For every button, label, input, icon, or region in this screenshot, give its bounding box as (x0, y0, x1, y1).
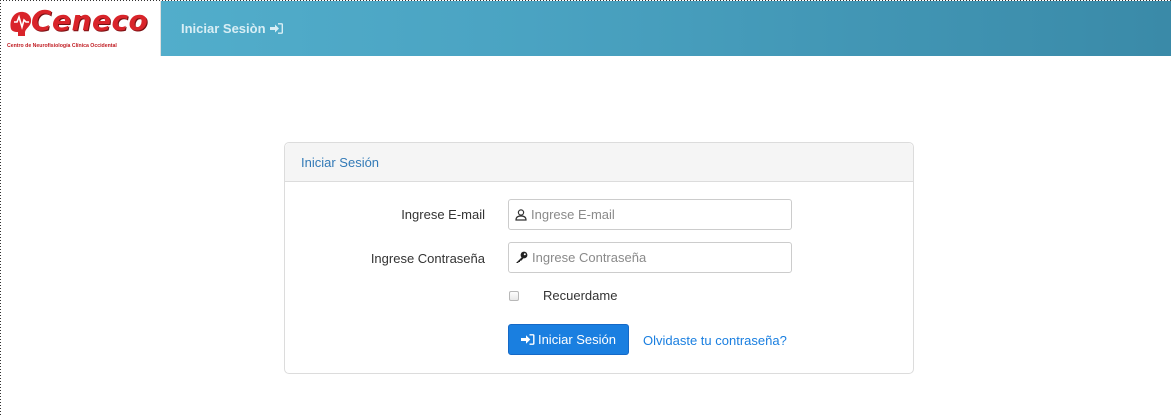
email-label: Ingrese E-mail (401, 207, 485, 222)
navbar: Ceneco Centro de Neurofisiología Clínica… (1, 1, 1171, 56)
key-icon (516, 251, 528, 263)
password-label: Ingrese Contraseña (370, 251, 485, 266)
sign-in-icon (520, 334, 535, 345)
screenshot-border-left (0, 0, 1, 416)
password-input[interactable] (532, 250, 772, 265)
remember-label[interactable]: Recuerdame (543, 288, 617, 303)
brand-subtitle: Centro de Neurofisiología Clínica Occide… (7, 43, 117, 49)
email-input[interactable] (531, 207, 771, 222)
email-field[interactable] (508, 199, 792, 230)
nav-login-link[interactable]: Iniciar Sesiòn (181, 1, 283, 56)
remember-checkbox[interactable] (509, 291, 519, 301)
login-button-label: Iniciar Sesión (537, 332, 617, 347)
forgot-password-link[interactable]: Olvidaste tu contraseña? (643, 333, 787, 348)
nav-login-label: Iniciar Sesiòn (181, 21, 266, 36)
brand-logo[interactable]: Ceneco Centro de Neurofisiología Clínica… (1, 1, 161, 56)
panel-heading: Iniciar Sesión (285, 143, 913, 182)
password-field[interactable] (508, 242, 792, 273)
login-button[interactable]: Iniciar Sesión (508, 324, 629, 355)
sign-in-icon (269, 23, 283, 34)
login-panel: Iniciar Sesión Ingrese E-mail Ingrese Co… (284, 142, 914, 374)
user-icon (515, 208, 527, 221)
brand-name: Ceneco (31, 4, 149, 37)
